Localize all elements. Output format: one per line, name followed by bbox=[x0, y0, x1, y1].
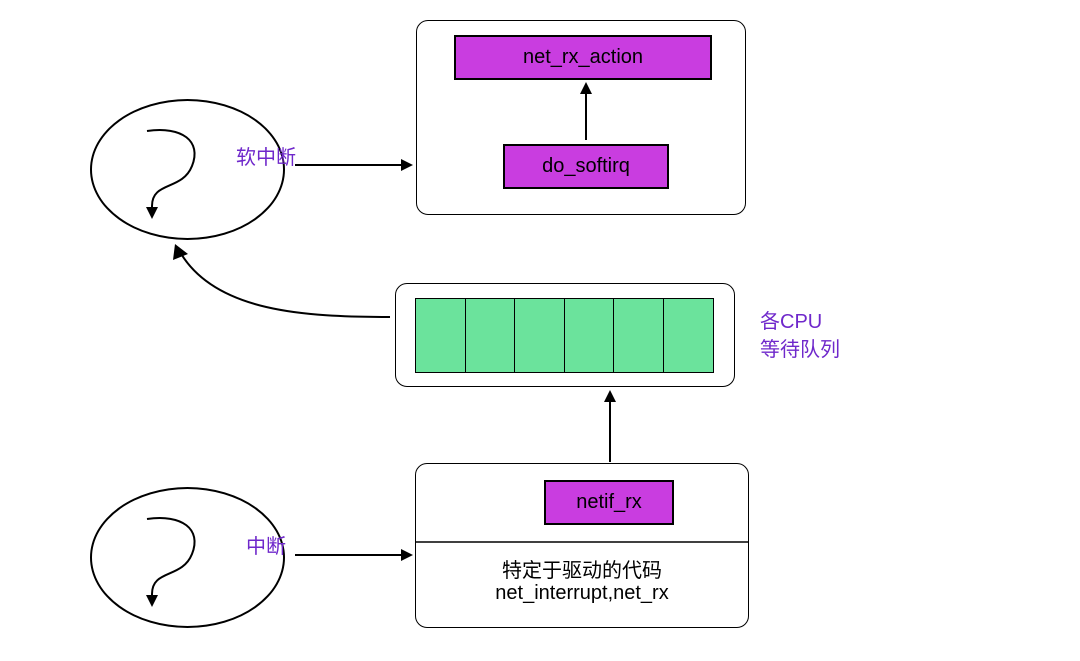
driver-text-line1: 特定于驱动的代码 bbox=[415, 554, 749, 583]
driver-text-line2: net_interrupt,net_rx bbox=[415, 582, 749, 605]
netif-rx-node: netif_rx bbox=[544, 480, 674, 525]
arrow-netifrx-to-queue bbox=[595, 388, 625, 466]
percpu-queue bbox=[415, 298, 714, 373]
queue-slot bbox=[613, 298, 664, 373]
do-softirq-node: do_softirq bbox=[503, 144, 669, 189]
softirq-label: 软中断 bbox=[236, 141, 296, 170]
queue-slot bbox=[564, 298, 615, 373]
queue-slot bbox=[663, 298, 714, 373]
arrow-ellipse-to-softirq bbox=[290, 145, 420, 185]
arrow-queue-to-softirq-ellipse bbox=[155, 232, 405, 332]
net-rx-action-text: net_rx_action bbox=[523, 46, 643, 69]
queue-label-line1: 各CPU bbox=[760, 305, 822, 334]
queue-slot bbox=[465, 298, 516, 373]
queue-slot bbox=[415, 298, 466, 373]
arrow-ellipse-to-irq bbox=[290, 535, 420, 575]
queue-label-line2: 等待队列 bbox=[760, 333, 840, 362]
irq-label: 中断 bbox=[246, 530, 286, 559]
netif-rx-text: netif_rx bbox=[576, 491, 642, 514]
queue-slot bbox=[514, 298, 565, 373]
do-softirq-text: do_softirq bbox=[542, 155, 630, 178]
net-rx-action-node: net_rx_action bbox=[454, 35, 712, 80]
